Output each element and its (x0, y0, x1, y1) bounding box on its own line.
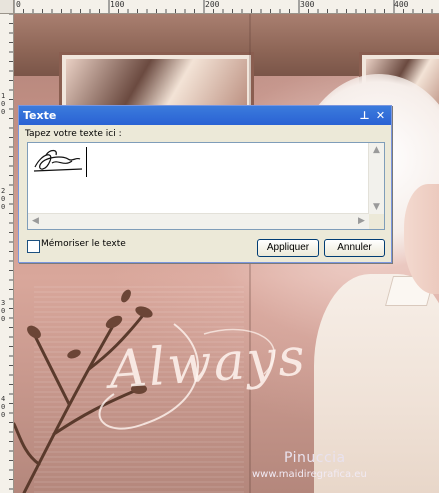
ruler-label-100: 100 (110, 0, 125, 9)
ruler-left-label: 0 (1, 315, 6, 323)
pin-icon[interactable]: ⊥ (358, 109, 371, 122)
vertical-ruler[interactable]: 1 0 0 2 0 0 3 0 0 4 0 0 (0, 13, 14, 493)
ruler-label-300: 300 (300, 0, 315, 9)
scroll-down-icon[interactable]: ▼ (369, 200, 384, 215)
horizontal-scrollbar[interactable]: ◀ ▶ (28, 213, 369, 229)
dialog-title: Texte (23, 109, 57, 122)
ruler-left-label: 0 (1, 203, 6, 211)
ruler-left-label: 0 (1, 100, 6, 108)
dialog-prompt: Tapez votre texte ici : (25, 129, 122, 139)
ruler-corner (0, 0, 14, 14)
dialog-titlebar[interactable]: Texte ⊥ ✕ (19, 106, 391, 125)
close-icon[interactable]: ✕ (374, 109, 387, 122)
apply-button[interactable]: Appliquer (257, 239, 319, 257)
vertical-scrollbar[interactable]: ▲ ▼ (368, 143, 384, 215)
scroll-up-icon[interactable]: ▲ (369, 143, 384, 158)
ruler-left-label: 0 (1, 411, 6, 419)
ruler-label-0: 0 (16, 0, 21, 9)
ruler-left-label: 0 (1, 195, 6, 203)
watermark-name: Pinuccia (284, 450, 346, 466)
text-input-area[interactable]: ▲ ▼ ◀ ▶ (27, 142, 385, 230)
horizontal-ruler[interactable]: 0 100 200 300 400 (0, 0, 439, 14)
ruler-label-400: 400 (394, 0, 409, 9)
ruler-left-label: 0 (1, 403, 6, 411)
signature-glyph (33, 149, 83, 172)
ruler-label-200: 200 (205, 0, 220, 9)
watermark-url: www.maidiregrafica.eu (252, 469, 367, 480)
text-dialog: Texte ⊥ ✕ Tapez votre texte ici : ▲ ▼ ◀ … (18, 105, 392, 263)
ruler-ticks-top (13, 0, 433, 13)
ruler-left-label: 3 (1, 299, 6, 307)
remember-text-label[interactable]: Mémoriser le texte (41, 239, 126, 249)
ruler-left-label: 4 (1, 395, 6, 403)
ruler-left-label: 1 (1, 92, 6, 100)
text-caret (86, 147, 87, 177)
remember-text-checkbox[interactable] (27, 240, 40, 253)
cancel-button[interactable]: Annuler (324, 239, 385, 257)
scroll-left-icon[interactable]: ◀ (28, 214, 43, 229)
ruler-left-label: 2 (1, 187, 6, 195)
scroll-right-icon[interactable]: ▶ (354, 214, 369, 229)
scrollbar-corner (369, 214, 384, 229)
ruler-left-label: 0 (1, 307, 6, 315)
ruler-left-label: 0 (1, 108, 6, 116)
ruler-ticks-left (9, 13, 13, 490)
